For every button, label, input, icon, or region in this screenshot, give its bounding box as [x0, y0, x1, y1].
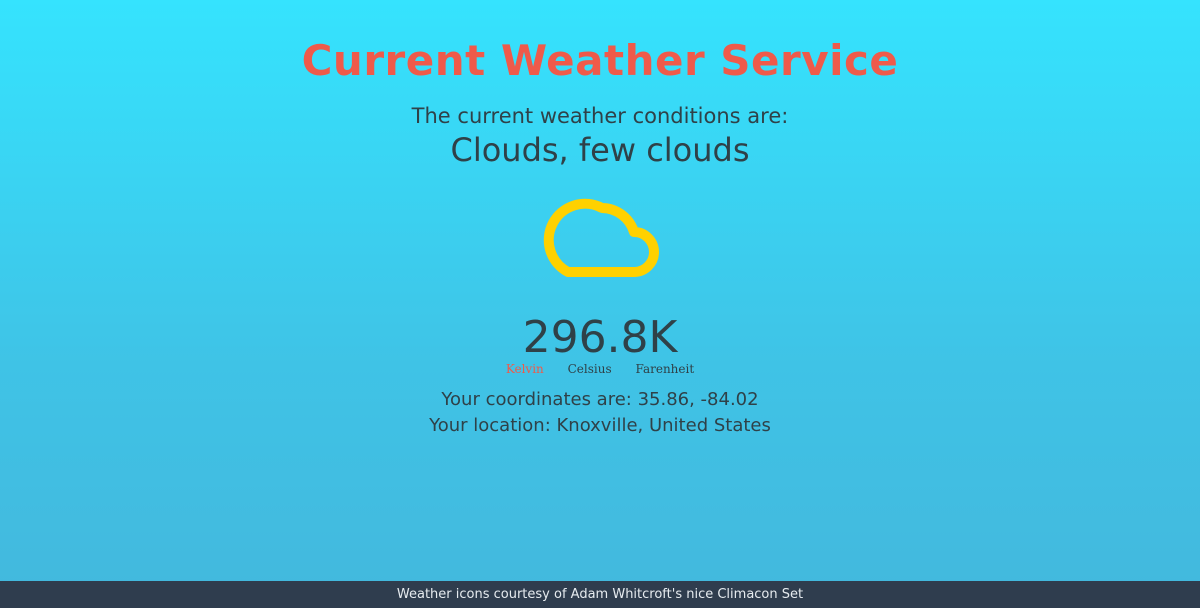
location-text: Your location: Knoxville, United States	[429, 415, 771, 436]
conditions-label: The current weather conditions are:	[411, 104, 789, 128]
unit-farenheit[interactable]: Farenheit	[635, 361, 694, 377]
footer: Weather icons courtesy of Adam Whitcroft…	[0, 581, 1200, 608]
unit-kelvin[interactable]: Kelvin	[506, 361, 544, 377]
coordinates-text: Your coordinates are: 35.86, -84.02	[441, 389, 759, 410]
cloud-icon	[543, 198, 659, 277]
footer-credit: Weather icons courtesy of Adam Whitcroft…	[396, 587, 804, 602]
temperature-value: 296.8K	[522, 312, 678, 363]
unit-celsius[interactable]: Celsius	[568, 361, 612, 377]
unit-selector: Kelvin Celsius Farenheit	[0, 361, 1200, 377]
weather-page: Current Weather Service The current weat…	[0, 0, 1200, 581]
conditions-value: Clouds, few clouds	[450, 131, 750, 169]
page-title: Current Weather Service	[301, 36, 899, 85]
